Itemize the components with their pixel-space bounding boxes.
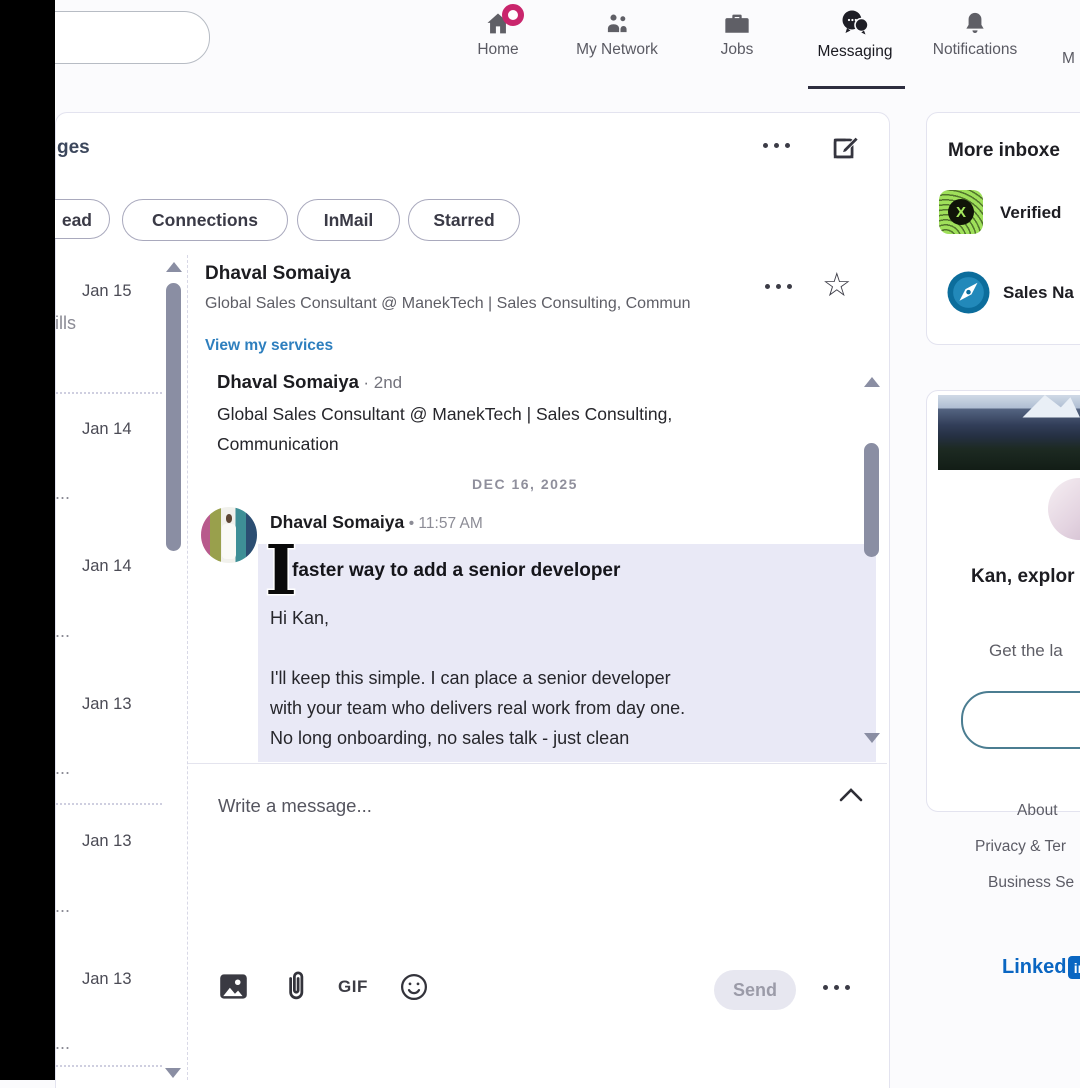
date-separator: DEC 16, 2025 — [400, 476, 650, 492]
nav-my-network-label: My Network — [576, 41, 658, 59]
message-line — [270, 633, 685, 663]
conversation-date[interactable]: Jan 13 — [82, 970, 132, 989]
collapse-compose-chevron-icon[interactable] — [838, 786, 864, 804]
nav-me-label-clipped[interactable]: M — [1062, 50, 1075, 68]
compose-divider — [188, 763, 887, 764]
thread-intro: Dhaval Somaiya · 2nd — [217, 371, 402, 393]
promo-cta-button[interactable] — [961, 691, 1080, 749]
inbox-item-verified-label[interactable]: Verified — [1000, 203, 1061, 223]
filter-inmail[interactable]: InMail — [297, 199, 400, 241]
thread-scrollbar-thumb[interactable] — [864, 443, 879, 557]
left-black-occlusion-bar — [0, 0, 55, 1080]
my-network-icon — [603, 10, 631, 38]
message-time: • 11:57 AM — [409, 515, 483, 532]
inbox-item-sales-navigator-label[interactable]: Sales Na — [1003, 283, 1074, 303]
compose-overflow-menu[interactable] — [823, 985, 850, 990]
nav-my-network[interactable]: My Network — [562, 10, 672, 59]
conversation-date[interactable]: Jan 13 — [82, 832, 132, 851]
list-scroll-down-arrow[interactable] — [165, 1068, 181, 1078]
conversation-separator — [56, 392, 162, 394]
list-thread-divider — [187, 255, 189, 1080]
view-services-link[interactable]: View my services — [205, 337, 333, 355]
conversation-date[interactable]: Jan 13 — [82, 695, 132, 714]
intro-name[interactable]: Dhaval Somaiya — [217, 371, 359, 392]
bell-icon — [961, 10, 989, 38]
intro-headline-2: Communication — [217, 434, 339, 455]
messages-overflow-menu[interactable] — [763, 143, 790, 148]
sender-avatar[interactable] — [201, 507, 257, 563]
sales-navigator-icon — [946, 270, 991, 315]
message-body: Hi Kan, I'll keep this simple. I can pla… — [270, 603, 685, 753]
inbox-item-sales-navigator[interactable] — [946, 270, 991, 315]
conversation-date[interactable]: Jan 14 — [82, 557, 132, 576]
message-line: I'll keep this simple. I can place a sen… — [270, 663, 685, 693]
conversation-preview[interactable]: ills — [55, 313, 76, 334]
intro-degree: · 2nd — [363, 373, 402, 392]
emoji-icon[interactable] — [399, 972, 429, 1002]
footer-link-business[interactable]: Business Se — [988, 874, 1074, 892]
nav-notifications-label: Notifications — [933, 41, 1017, 59]
conversation-preview[interactable]: ... — [55, 896, 70, 917]
linkedin-logo-text: Linked — [1002, 956, 1066, 979]
attach-file-icon[interactable] — [280, 969, 310, 1003]
conversation-preview[interactable]: ... — [55, 1033, 70, 1054]
message-line: Hi Kan, — [270, 603, 685, 633]
thread-contact-headline: Global Sales Consultant @ ManekTech | Sa… — [205, 295, 691, 313]
promo-mountain-image — [938, 395, 1080, 470]
messaging-icon — [839, 8, 871, 40]
home-notification-badge — [502, 4, 524, 26]
thread-contact-name[interactable]: Dhaval Somaiya — [205, 263, 351, 285]
svg-text:I: I — [265, 534, 297, 608]
gif-button[interactable]: GIF — [338, 977, 368, 997]
footer-link-privacy[interactable]: Privacy & Ter — [975, 838, 1066, 856]
promo-greeting: Kan, explor — [971, 566, 1074, 588]
compose-message-icon[interactable] — [828, 130, 862, 164]
footer-link-about[interactable]: About — [1017, 802, 1058, 820]
message-subject: faster way to add a senior developer — [292, 560, 620, 582]
message-sender[interactable]: Dhaval Somaiya — [270, 512, 404, 532]
list-scrollbar-thumb[interactable] — [166, 283, 181, 551]
nav-jobs-label: Jobs — [721, 41, 754, 59]
inbox-item-verified[interactable]: X — [939, 190, 983, 234]
nav-notifications[interactable]: Notifications — [920, 10, 1030, 59]
filter-starred[interactable]: Starred — [408, 199, 520, 241]
conversation-preview[interactable]: ... — [55, 483, 70, 504]
linkedin-logo-bug: in — [1068, 956, 1080, 979]
nav-jobs[interactable]: Jobs — [682, 10, 792, 59]
message-meta: Dhaval Somaiya • 11:57 AM — [270, 512, 483, 533]
thread-overflow-menu[interactable] — [765, 284, 792, 289]
nav-messaging-label: Messaging — [818, 43, 893, 61]
compose-input-placeholder[interactable]: Write a message... — [218, 795, 372, 817]
intro-headline-1: Global Sales Consultant @ ManekTech | Sa… — [217, 404, 672, 425]
text-cursor: I — [254, 534, 308, 608]
nav-home[interactable]: Home — [443, 10, 553, 59]
linkedin-messaging-page: Home My Network Jobs Messaging Notificat… — [0, 0, 1080, 1080]
conversation-separator — [56, 803, 162, 805]
thread-scroll-down-arrow[interactable] — [864, 733, 880, 743]
send-button[interactable]: Send — [714, 970, 796, 1010]
attach-image-icon[interactable] — [219, 973, 248, 1000]
star-conversation-icon[interactable]: ☆ — [822, 268, 852, 301]
conversation-preview[interactable]: ... — [55, 758, 70, 779]
nav-messaging[interactable]: Messaging — [800, 8, 910, 61]
linkedin-logo: Linked in — [1002, 956, 1080, 979]
more-inboxes-title: More inboxe — [948, 140, 1060, 162]
conversation-preview[interactable]: ... — [55, 621, 70, 642]
verified-inbox-icon: X — [939, 190, 983, 234]
promo-subtitle: Get the la — [989, 641, 1063, 661]
message-line: with your team who delivers real work fr… — [270, 693, 685, 723]
briefcase-icon — [723, 10, 751, 38]
list-scroll-up-arrow[interactable] — [166, 262, 182, 272]
conversation-date[interactable]: Jan 14 — [82, 420, 132, 439]
conversation-date[interactable]: Jan 15 — [82, 282, 132, 301]
filter-connections[interactable]: Connections — [122, 199, 288, 241]
messages-title-clipped: ges — [57, 137, 90, 159]
nav-home-label: Home — [477, 41, 518, 59]
conversation-separator — [56, 1065, 162, 1067]
message-line: No long onboarding, no sales talk - just… — [270, 723, 685, 753]
thread-scroll-up-arrow[interactable] — [864, 377, 880, 387]
nav-active-underline — [808, 86, 905, 89]
